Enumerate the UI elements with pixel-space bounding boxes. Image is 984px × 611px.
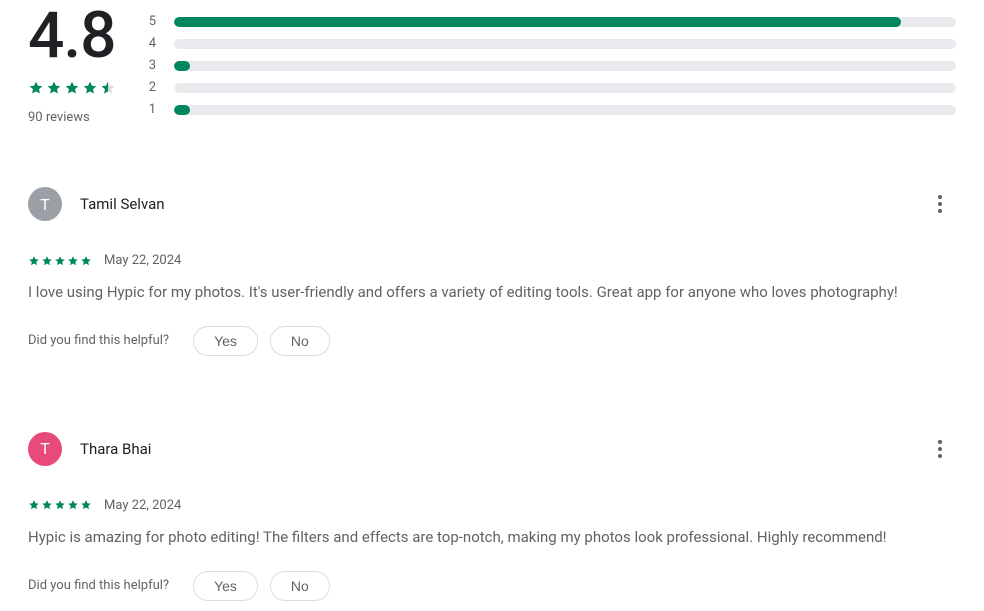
helpful-prompt: Did you find this helpful? bbox=[28, 333, 169, 348]
avatar: T bbox=[28, 432, 62, 466]
reviews-list: T Tamil Selvan May 22, 2024 I love using… bbox=[28, 187, 956, 601]
rating-bar-row: 2 bbox=[148, 80, 956, 95]
review-text: I love using Hypic for my photos. It's u… bbox=[28, 282, 956, 304]
rating-bar-label: 5 bbox=[148, 14, 156, 29]
rating-bar-row: 1 bbox=[148, 102, 956, 117]
star-icon bbox=[54, 499, 66, 511]
rating-bar-track bbox=[174, 105, 956, 115]
review-item: T Thara Bhai May 22, 2024 Hypic is amazi… bbox=[28, 432, 956, 601]
review-author: Thara Bhai bbox=[80, 440, 151, 458]
rating-bar-fill bbox=[174, 61, 190, 71]
star-icon bbox=[41, 499, 53, 511]
review-date: May 22, 2024 bbox=[104, 498, 181, 513]
review-author: Tamil Selvan bbox=[80, 195, 165, 213]
star-icon bbox=[28, 255, 40, 267]
star-icon bbox=[80, 255, 92, 267]
rating-distribution: 5 4 3 2 1 bbox=[148, 4, 956, 117]
star-icon bbox=[82, 80, 98, 96]
helpful-row: Did you find this helpful? Yes No bbox=[28, 326, 956, 356]
helpful-yes-button[interactable]: Yes bbox=[193, 571, 258, 601]
review-meta: May 22, 2024 bbox=[28, 498, 956, 513]
star-icon bbox=[64, 80, 80, 96]
star-icon bbox=[100, 80, 116, 96]
rating-bar-fill bbox=[174, 105, 190, 115]
rating-bar-track bbox=[174, 17, 956, 27]
review-stars bbox=[28, 255, 92, 267]
rating-bar-row: 5 bbox=[148, 14, 956, 29]
star-icon bbox=[28, 499, 40, 511]
rating-bar-fill bbox=[174, 17, 901, 27]
star-icon bbox=[67, 255, 79, 267]
more-options-button[interactable] bbox=[924, 433, 956, 465]
helpful-yes-button[interactable]: Yes bbox=[193, 326, 258, 356]
review-count: 90 reviews bbox=[28, 110, 118, 125]
helpful-no-button[interactable]: No bbox=[270, 326, 330, 356]
helpful-prompt: Did you find this helpful? bbox=[28, 578, 169, 593]
more-vert-icon bbox=[938, 440, 942, 458]
star-icon bbox=[46, 80, 62, 96]
rating-bar-label: 4 bbox=[148, 36, 156, 51]
review-stars bbox=[28, 499, 92, 511]
rating-bar-label: 3 bbox=[148, 58, 156, 73]
helpful-row: Did you find this helpful? Yes No bbox=[28, 571, 956, 601]
review-meta: May 22, 2024 bbox=[28, 253, 956, 268]
avatar-initial: T bbox=[40, 195, 50, 214]
helpful-buttons: Yes No bbox=[193, 326, 330, 356]
review-item: T Tamil Selvan May 22, 2024 I love using… bbox=[28, 187, 956, 356]
more-options-button[interactable] bbox=[924, 188, 956, 220]
star-icon bbox=[28, 80, 44, 96]
rating-bar-row: 3 bbox=[148, 58, 956, 73]
rating-bar-row: 4 bbox=[148, 36, 956, 51]
helpful-buttons: Yes No bbox=[193, 571, 330, 601]
rating-summary: 4.8 90 reviews 5 4 3 2 1 bbox=[28, 0, 956, 125]
avatar-initial: T bbox=[40, 439, 50, 458]
average-stars bbox=[28, 80, 118, 96]
more-vert-icon bbox=[938, 195, 942, 213]
score-block: 4.8 90 reviews bbox=[28, 4, 118, 125]
rating-bar-track bbox=[174, 39, 956, 49]
review-date: May 22, 2024 bbox=[104, 253, 181, 268]
review-header: T Tamil Selvan bbox=[28, 187, 956, 221]
rating-bar-label: 2 bbox=[148, 80, 156, 95]
rating-bar-track bbox=[174, 83, 956, 93]
star-icon bbox=[41, 255, 53, 267]
review-text: Hypic is amazing for photo editing! The … bbox=[28, 527, 956, 549]
avatar: T bbox=[28, 187, 62, 221]
star-icon bbox=[67, 499, 79, 511]
review-header: T Thara Bhai bbox=[28, 432, 956, 466]
rating-bar-track bbox=[174, 61, 956, 71]
average-score: 4.8 bbox=[28, 4, 118, 68]
star-icon bbox=[54, 255, 66, 267]
star-icon bbox=[80, 499, 92, 511]
rating-bar-label: 1 bbox=[148, 102, 156, 117]
helpful-no-button[interactable]: No bbox=[270, 571, 330, 601]
